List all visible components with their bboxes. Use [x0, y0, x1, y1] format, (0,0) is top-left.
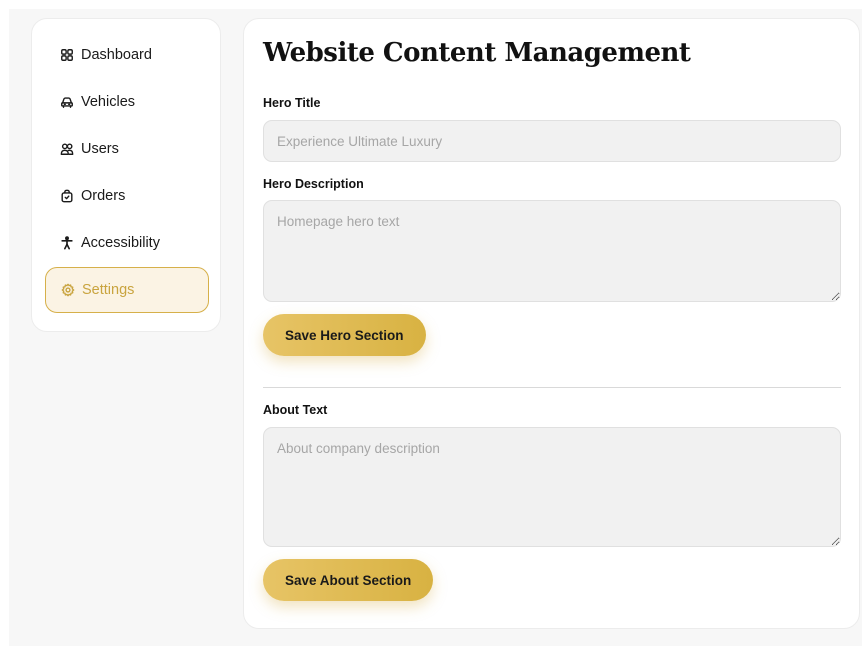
hero-title-input[interactable]: [263, 120, 841, 162]
sidebar-item-orders[interactable]: Orders: [45, 173, 209, 219]
app-background: Dashboard Vehicles Users Orders Accessib…: [9, 9, 862, 646]
users-icon: [59, 141, 75, 157]
page-title: Website Content Management: [263, 38, 691, 68]
grid-icon: [59, 47, 75, 63]
save-hero-section-button[interactable]: Save Hero Section: [263, 314, 426, 356]
accessibility-icon: [59, 235, 75, 251]
sidebar-item-dashboard[interactable]: Dashboard: [45, 32, 209, 78]
sidebar-item-accessibility[interactable]: Accessibility: [45, 220, 209, 266]
content-card: Website Content Management Hero Title He…: [243, 18, 860, 629]
sidebar-item-label: Dashboard: [81, 47, 152, 63]
sidebar-item-label: Accessibility: [81, 235, 160, 251]
sidebar-item-settings[interactable]: Settings: [45, 267, 209, 313]
shopping-bag-icon: [59, 188, 75, 204]
sidebar-item-label: Orders: [81, 188, 126, 204]
sidebar: Dashboard Vehicles Users Orders Accessib…: [31, 18, 221, 332]
sidebar-item-vehicles[interactable]: Vehicles: [45, 79, 209, 125]
sidebar-item-label: Users: [81, 141, 119, 157]
sidebar-item-label: Settings: [82, 282, 135, 298]
car-icon: [59, 94, 75, 110]
hero-title-label: Hero Title: [263, 96, 321, 110]
about-text-textarea[interactable]: [263, 427, 841, 547]
sidebar-item-label: Vehicles: [81, 94, 136, 110]
hero-description-textarea[interactable]: [263, 200, 841, 302]
section-divider: [263, 387, 841, 388]
gear-icon: [60, 282, 76, 298]
hero-description-label: Hero Description: [263, 177, 364, 191]
about-text-label: About Text: [263, 403, 328, 417]
sidebar-item-users[interactable]: Users: [45, 126, 209, 172]
save-about-section-button[interactable]: Save About Section: [263, 559, 434, 601]
